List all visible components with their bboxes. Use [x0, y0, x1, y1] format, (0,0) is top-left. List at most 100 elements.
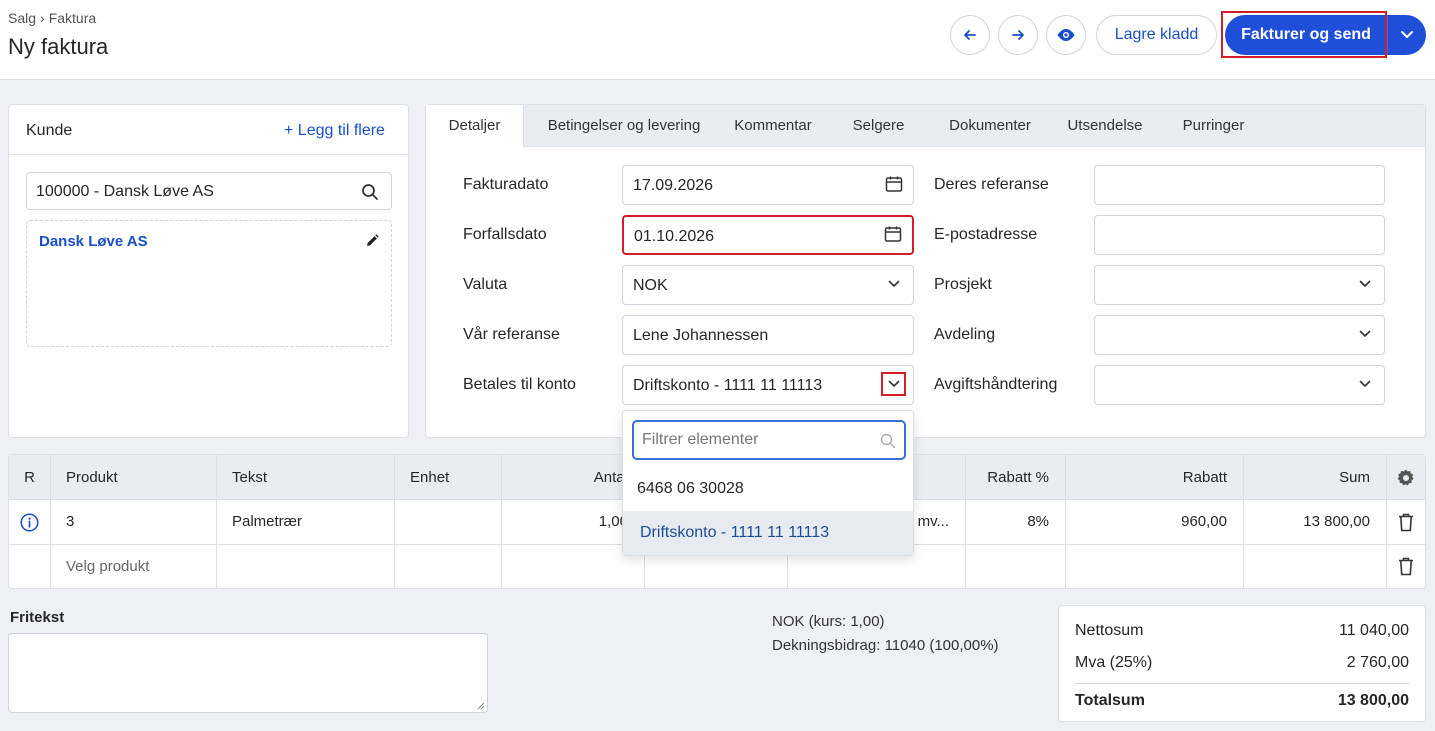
calendar-icon[interactable]	[885, 175, 903, 193]
previous-button[interactable]	[950, 15, 990, 55]
eye-icon	[1057, 29, 1075, 41]
due-date-input[interactable]: 01.10.2026	[622, 215, 914, 255]
customer-search-value: 100000 - Dansk Løve AS	[36, 183, 214, 200]
currency-value: NOK	[633, 277, 668, 294]
customer-card: Kunde + Legg til flere 100000 - Dansk Lø…	[8, 104, 409, 438]
highlight-box	[1221, 11, 1387, 58]
customer-card-header: Kunde + Legg til flere	[9, 105, 408, 155]
trash-icon[interactable]	[1398, 513, 1414, 532]
vat-handling-label: Avgiftshåndtering	[934, 376, 1058, 393]
pencil-icon[interactable]	[365, 234, 379, 248]
trash-icon[interactable]	[1398, 557, 1414, 576]
preview-button[interactable]	[1046, 15, 1086, 55]
selected-customer-box: Dansk Løve AS	[26, 220, 392, 347]
dropdown-option[interactable]: 6468 06 30028	[623, 467, 913, 511]
column-header-unit: Enhet	[410, 469, 450, 486]
column-header-discount: Rabatt	[1182, 469, 1227, 486]
tab-betingelser-og-levering[interactable]: Betingelser og levering	[524, 105, 724, 147]
chevron-down-icon	[888, 280, 900, 287]
dropdown-filter-input[interactable]: Filtrer elementer	[632, 420, 906, 460]
their-reference-label: Deres referanse	[934, 176, 1049, 193]
exchange-rate-text: NOK (kurs: 1,00)	[772, 613, 885, 630]
tab-selgere[interactable]: Selgere	[822, 105, 935, 147]
pay-to-account-toggle[interactable]	[881, 372, 906, 396]
row-product[interactable]: 3	[50, 500, 216, 544]
vat-value: 2 760,00	[1346, 654, 1409, 671]
department-label: Avdeling	[934, 326, 996, 343]
column-header-product: Produkt	[66, 469, 118, 486]
email-input[interactable]	[1094, 215, 1385, 255]
tab-dokumenter[interactable]: Dokumenter	[935, 105, 1045, 147]
invoice-send-options-button[interactable]	[1387, 15, 1426, 55]
our-reference-label: Vår referanse	[463, 326, 560, 343]
chevron-down-icon	[1401, 31, 1413, 38]
project-label: Prosjekt	[934, 276, 992, 293]
pay-to-account-select[interactable]: Driftskonto - 1111 11 11113	[622, 365, 914, 405]
row-text[interactable]: Palmetrær	[216, 500, 394, 544]
total-sum-value: 13 800,00	[1337, 692, 1409, 709]
dropdown-option-selected[interactable]: Driftskonto - 1111 11 11113	[623, 511, 913, 555]
tab-utsendelse[interactable]: Utsendelse	[1045, 105, 1165, 147]
calendar-icon[interactable]	[884, 225, 902, 243]
invoice-date-input[interactable]: 17.09.2026	[622, 165, 914, 205]
details-tab-bar: Detaljer Betingelser og levering Komment…	[426, 105, 1425, 148]
page-title: Ny faktura	[8, 34, 109, 59]
column-header-sum: Sum	[1339, 469, 1370, 486]
customer-title: Kunde	[26, 122, 73, 139]
free-text-label: Fritekst	[10, 609, 65, 626]
page-header: Salg › Faktura Ny faktura Lagre kladd Fakt…	[0, 0, 1435, 80]
chevron-down-icon	[888, 380, 899, 387]
totals-divider	[1075, 683, 1409, 684]
selected-customer-name[interactable]: Dansk Løve AS	[39, 233, 148, 250]
currency-select[interactable]: NOK	[622, 265, 914, 305]
search-icon	[880, 433, 896, 449]
breadcrumb-faktura[interactable]: Faktura	[49, 10, 96, 26]
net-sum-label: Nettosum	[1075, 622, 1144, 639]
pay-to-account-dropdown: Filtrer elementer 6468 06 30028 Driftsko…	[622, 410, 914, 556]
vat-handling-select[interactable]	[1094, 365, 1385, 405]
info-icon[interactable]	[20, 513, 39, 532]
due-date-label: Forfallsdato	[463, 226, 547, 243]
margin-text: Dekningsbidrag: 11040 (100,00%)	[772, 637, 999, 654]
column-header-r: R	[24, 469, 35, 486]
arrow-right-icon	[1012, 30, 1024, 40]
chevron-down-icon	[1359, 280, 1371, 287]
pay-to-account-value: Driftskonto - 1111 11 11113	[633, 377, 823, 394]
row-discount-pct[interactable]: 8%	[965, 500, 1065, 544]
due-date-value: 01.10.2026	[634, 228, 715, 245]
tab-detaljer[interactable]: Detaljer	[426, 105, 524, 148]
our-reference-value: Lene Johannessen	[633, 327, 769, 344]
their-reference-input[interactable]	[1094, 165, 1385, 205]
breadcrumb-separator: ›	[40, 10, 45, 26]
column-header-discount-pct: Rabatt %	[987, 469, 1049, 486]
search-icon[interactable]	[361, 183, 379, 201]
invoice-date-value: 17.09.2026	[633, 177, 714, 194]
invoice-date-label: Fakturadato	[463, 176, 549, 193]
row-discount[interactable]: 960,00	[1065, 500, 1243, 544]
totals-card: Nettosum 11 040,00 Mva (25%) 2 760,00 To…	[1058, 605, 1426, 722]
free-text-area[interactable]	[8, 633, 488, 713]
breadcrumb-salg[interactable]: Salg	[8, 10, 36, 26]
currency-label: Valuta	[463, 276, 508, 293]
tab-purringer[interactable]: Purringer	[1165, 105, 1262, 147]
our-reference-input[interactable]: Lene Johannessen	[622, 315, 914, 355]
gear-icon[interactable]	[1397, 469, 1415, 487]
column-header-text: Tekst	[232, 469, 268, 486]
project-select[interactable]	[1094, 265, 1385, 305]
vat-label: Mva (25%)	[1075, 654, 1153, 671]
row-sum[interactable]: 13 800,00	[1243, 500, 1386, 544]
select-product-input[interactable]: Velg produkt	[50, 545, 216, 589]
save-draft-button[interactable]: Lagre kladd	[1096, 15, 1217, 55]
email-label: E-postadresse	[934, 226, 1038, 243]
customer-search-input[interactable]: 100000 - Dansk Løve AS	[26, 172, 392, 210]
chevron-down-icon	[1359, 330, 1371, 337]
pay-to-account-label: Betales til konto	[463, 376, 576, 393]
add-more-customers-link[interactable]: + Legg til flere	[284, 122, 385, 140]
net-sum-value: 11 040,00	[1339, 622, 1409, 639]
tab-kommentar[interactable]: Kommentar	[724, 105, 822, 147]
chevron-down-icon	[1359, 380, 1371, 387]
total-sum-label: Totalsum	[1075, 692, 1145, 709]
department-select[interactable]	[1094, 315, 1385, 355]
next-button[interactable]	[998, 15, 1038, 55]
resize-handle-icon[interactable]	[476, 701, 485, 710]
